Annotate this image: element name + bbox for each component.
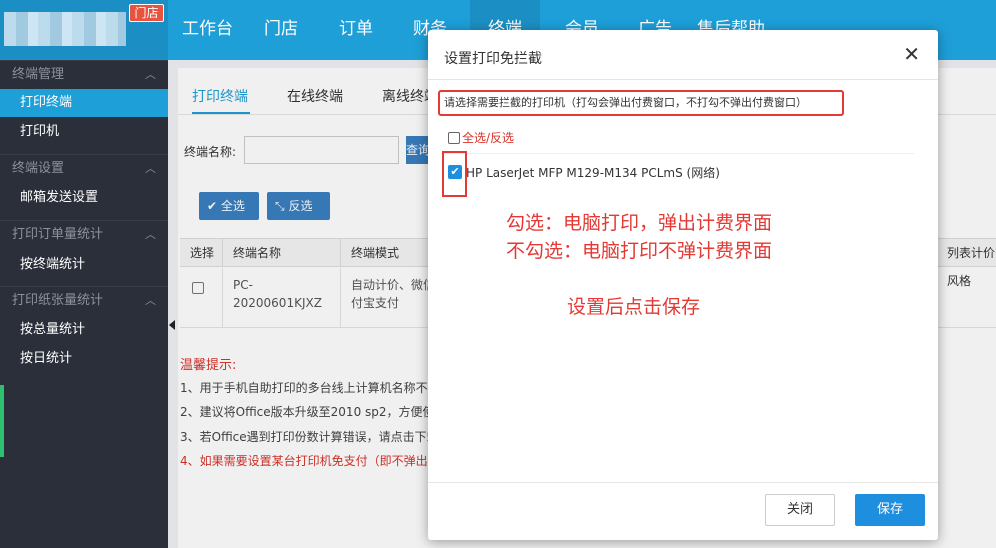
store-badge: 门店 <box>129 4 164 22</box>
select-all-label: 全选/反选 <box>462 131 515 145</box>
divider <box>444 153 914 154</box>
nav-store[interactable]: 门店 <box>264 0 298 60</box>
instruction-hint: 请选择需要拦截的打印机（打勾会弹出付费窗口，不打勾不弹出付费窗口） <box>438 90 844 116</box>
nav-workbench[interactable]: 工作台 <box>182 0 233 60</box>
sidebar-group-label: 终端管理 <box>12 67 65 82</box>
dialog-footer-divider <box>428 482 938 483</box>
printer-checkbox[interactable]: ✔ <box>448 165 462 179</box>
sidebar-item-email-settings[interactable]: 邮箱发送设置 <box>0 184 168 212</box>
sidebar: 终端管理 ︿ 打印终端 打印机 终端设置 ︿ 邮箱发送设置 打印订单量统计 ︿ … <box>0 60 168 548</box>
dialog-title: 设置打印免拦截 <box>444 51 542 67</box>
sidebar-item-print-terminal[interactable]: 打印终端 <box>0 89 168 117</box>
select-all-checkbox[interactable] <box>448 132 460 144</box>
sidebar-group-terminal-management[interactable]: 终端管理 ︿ <box>0 60 168 88</box>
annotation-checked: 勾选：电脑打印，弹出计费界面 <box>506 212 773 234</box>
blurred-logo <box>4 12 126 46</box>
logo: 门店 <box>0 0 168 60</box>
sidebar-item-by-terminal[interactable]: 按终端统计 <box>0 251 168 279</box>
annotation-save-note: 设置后点击保存 <box>567 296 701 318</box>
select-all-toggle[interactable]: 全选/反选 <box>448 129 514 146</box>
side-indicator-strip <box>0 385 4 457</box>
sidebar-group-label: 终端设置 <box>12 161 65 176</box>
nav-orders[interactable]: 订单 <box>339 0 373 60</box>
print-bypass-dialog: 设置打印免拦截 ✕ 请选择需要拦截的打印机（打勾会弹出付费窗口，不打勾不弹出付费… <box>428 30 938 540</box>
chevron-up-icon: ︿ <box>145 228 156 241</box>
close-button[interactable]: 关闭 <box>765 494 835 526</box>
chevron-up-icon: ︿ <box>145 294 156 307</box>
sidebar-item-printer[interactable]: 打印机 <box>0 118 168 146</box>
sidebar-group-label: 打印纸张量统计 <box>12 293 104 308</box>
save-button[interactable]: 保存 <box>855 494 925 526</box>
sidebar-item-by-day[interactable]: 按日统计 <box>0 345 168 373</box>
sidebar-group-order-stats[interactable]: 打印订单量统计 ︿ <box>0 220 168 248</box>
sidebar-group-paper-stats[interactable]: 打印纸张量统计 ︿ <box>0 286 168 314</box>
sidebar-group-label: 打印订单量统计 <box>12 227 104 242</box>
sidebar-item-by-total[interactable]: 按总量统计 <box>0 316 168 344</box>
printer-name: HP LaserJet MFP M129-M134 PCLmS (网络) <box>466 166 720 180</box>
dialog-header: 设置打印免拦截 ✕ <box>428 30 938 80</box>
chevron-up-icon: ︿ <box>145 68 156 81</box>
chevron-up-icon: ︿ <box>145 162 156 175</box>
annotation-unchecked: 不勾选：电脑打印不弹计费界面 <box>506 240 773 262</box>
sidebar-group-terminal-settings[interactable]: 终端设置 ︿ <box>0 154 168 182</box>
close-icon[interactable]: ✕ <box>903 44 920 64</box>
